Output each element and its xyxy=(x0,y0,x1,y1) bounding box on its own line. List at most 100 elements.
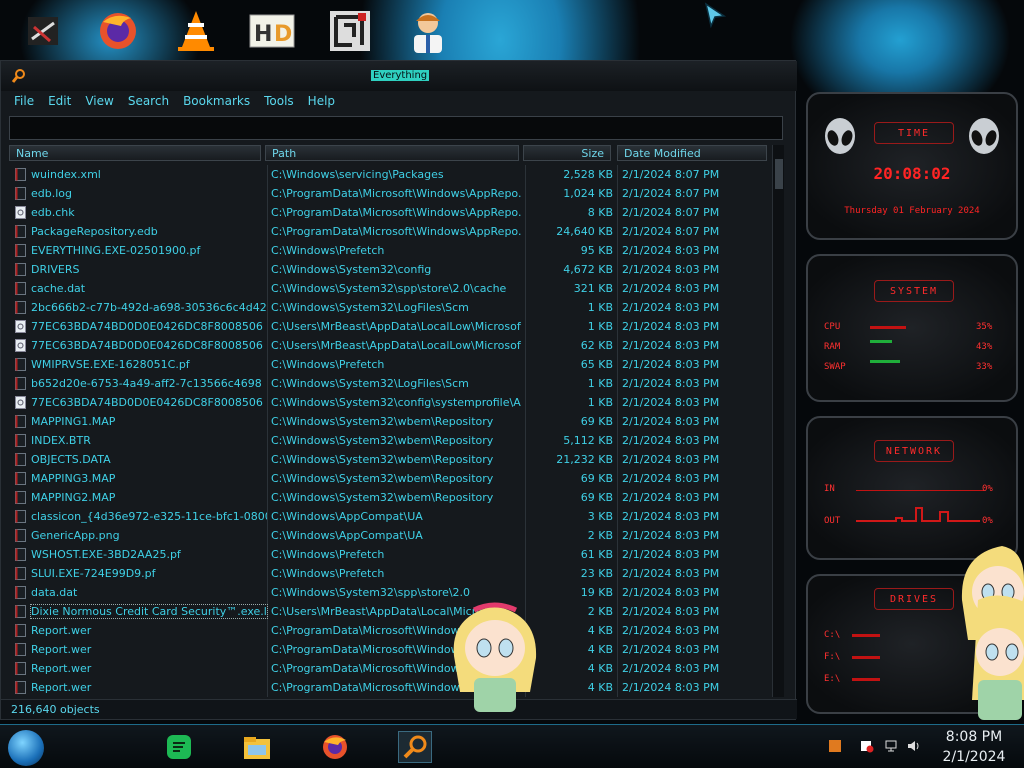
file-row[interactable]: PackageRepository.edb C:\ProgramData\Micr… xyxy=(9,222,769,241)
scrollbar-thumb[interactable] xyxy=(775,159,783,189)
file-row[interactable]: MAPPING1.MAP C:\Windows\System32\wbem\Rep… xyxy=(9,412,769,431)
file-path: C:\Windows\System32\LogFiles\Scm xyxy=(271,377,469,390)
menu-help[interactable]: Help xyxy=(301,93,342,113)
file-row[interactable]: Report.wer C:\ProgramData\Microsoft\Windo… xyxy=(9,640,769,659)
file-path: C:\Windows\System32\wbem\Repository xyxy=(271,453,494,466)
file-path: C:\Windows\System32\wbem\Repository xyxy=(271,472,494,485)
file-name: edb.log xyxy=(31,187,72,200)
file-size: 2 KB xyxy=(587,529,613,542)
menu-bookmarks[interactable]: Bookmarks xyxy=(176,93,257,113)
file-size: 23 KB xyxy=(580,567,613,580)
alien-head-icon xyxy=(969,118,999,154)
file-explorer-icon[interactable] xyxy=(240,731,274,763)
file-row[interactable]: SLUI.EXE-724E99D9.pf C:\Windows\Prefetch 2… xyxy=(9,564,769,583)
menu-tools[interactable]: Tools xyxy=(257,93,301,113)
app-tray-icon[interactable] xyxy=(828,739,842,753)
file-row[interactable]: EVERYTHING.EXE-02501900.pf C:\Windows\Pre… xyxy=(9,241,769,260)
file-size: 321 KB xyxy=(573,282,613,295)
file-row[interactable]: WSHOST.EXE-3BD2AA25.pf C:\Windows\Prefetc… xyxy=(9,545,769,564)
security-flag-icon[interactable] xyxy=(860,739,874,753)
document-icon xyxy=(15,244,26,257)
file-size: 1,024 KB xyxy=(563,187,613,200)
file-row[interactable]: 2bc666b2-c77b-492d-a698-30536c6c4d42 C:\W… xyxy=(9,298,769,317)
cartoon-character-image xyxy=(453,602,537,712)
file-row[interactable]: 77EC63BDA74BD0D0E0426DC8F8008506 C:\Users… xyxy=(9,317,769,336)
drive-e-bar xyxy=(852,678,880,681)
cpu-label: CPU xyxy=(824,322,841,332)
ram-value: 43% xyxy=(976,342,993,352)
firefox-icon[interactable] xyxy=(318,731,352,763)
column-header-path[interactable]: Path xyxy=(265,145,519,161)
tools-icon[interactable] xyxy=(18,6,70,56)
file-size: 95 KB xyxy=(580,244,613,257)
taskbar-clock-time[interactable]: 8:08 PM xyxy=(934,729,1014,745)
file-size: 21,232 KB xyxy=(556,453,613,466)
menu-view[interactable]: View xyxy=(78,93,120,113)
file-row[interactable]: DRIVERS C:\Windows\System32\config 4,672 K… xyxy=(9,260,769,279)
document-icon xyxy=(15,415,26,428)
column-header-name[interactable]: Name xyxy=(9,145,261,161)
document-icon xyxy=(15,187,26,200)
maze-app-icon[interactable] xyxy=(324,6,376,56)
file-row[interactable]: Report.wer C:\ProgramData\Microsoft\Windo… xyxy=(9,678,769,697)
file-row[interactable]: GenericApp.png C:\Windows\AppCompat\UA 2 K… xyxy=(9,526,769,545)
file-row[interactable]: OBJECTS.DATA C:\Windows\System32\wbem\Rep… xyxy=(9,450,769,469)
vertical-scrollbar[interactable] xyxy=(772,145,784,697)
volume-icon[interactable] xyxy=(906,739,920,753)
file-path: C:\ProgramData\Microsoft\Windows\AppRepo… xyxy=(271,187,521,200)
menu-edit[interactable]: Edit xyxy=(41,93,78,113)
file-row[interactable]: INDEX.BTR C:\Windows\System32\wbem\Reposi… xyxy=(9,431,769,450)
file-row[interactable]: Dixie Normous Credit Card Security™.exe.… xyxy=(9,602,769,621)
menu-file[interactable]: File xyxy=(7,93,41,113)
file-row[interactable]: cache.dat C:\Windows\System32\spp\store\2… xyxy=(9,279,769,298)
document-icon xyxy=(15,681,26,694)
results-list: wuindex.xml C:\Windows\servicing\Packages… xyxy=(9,165,771,697)
doctor-icon[interactable] xyxy=(402,6,454,56)
file-name: Report.wer xyxy=(31,624,92,637)
swap-bar xyxy=(870,360,900,363)
network-tray-icon[interactable] xyxy=(884,739,898,753)
file-row[interactable]: data.dat C:\Windows\System32\spp\store\2.… xyxy=(9,583,769,602)
file-row[interactable]: edb.chk C:\ProgramData\Microsoft\Windows\… xyxy=(9,203,769,222)
file-row[interactable]: MAPPING3.MAP C:\Windows\System32\wbem\Rep… xyxy=(9,469,769,488)
file-row[interactable]: Report.wer C:\ProgramData\Microsoft\Windo… xyxy=(9,659,769,678)
title-bar[interactable]: Everything xyxy=(1,61,797,91)
time-gadget-title: TIME xyxy=(874,122,954,144)
everything-search-icon[interactable] xyxy=(398,731,432,763)
vlc-icon[interactable] xyxy=(170,6,222,56)
object-count: 216,640 objects xyxy=(11,703,100,716)
file-name: Report.wer xyxy=(31,643,92,656)
file-row[interactable]: wuindex.xml C:\Windows\servicing\Packages… xyxy=(9,165,769,184)
menu-search[interactable]: Search xyxy=(121,93,176,113)
file-date-modified: 2/1/2024 8:03 PM xyxy=(622,434,720,447)
file-row[interactable]: classicon_{4d36e972-e325-11ce-bfc1-08002… xyxy=(9,507,769,526)
file-row[interactable]: edb.log C:\ProgramData\Microsoft\Windows\… xyxy=(9,184,769,203)
net-in-graph xyxy=(856,490,984,491)
firefox-icon[interactable] xyxy=(92,6,144,56)
file-row[interactable]: Report.wer C:\ProgramData\Microsoft\Windo… xyxy=(9,621,769,640)
file-date-modified: 2/1/2024 8:03 PM xyxy=(622,548,720,561)
column-header-size[interactable]: Size xyxy=(523,145,611,161)
file-date-modified: 2/1/2024 8:07 PM xyxy=(622,187,720,200)
file-row[interactable]: 77EC63BDA74BD0D0E0426DC8F8008506 C:\Users… xyxy=(9,336,769,355)
file-name: DRIVERS xyxy=(31,263,80,276)
taskbar-clock-date[interactable]: 2/1/2024 xyxy=(934,749,1014,765)
document-icon xyxy=(15,586,26,599)
file-row[interactable]: b652d20e-6753-4a49-aff2-7c13566c4698 C:\W… xyxy=(9,374,769,393)
file-size: 4,672 KB xyxy=(563,263,613,276)
spotify-icon[interactable] xyxy=(162,731,196,763)
file-path: C:\Windows\servicing\Packages xyxy=(271,168,444,181)
net-out-value: 0% xyxy=(982,516,993,526)
file-row[interactable]: MAPPING2.MAP C:\Windows\System32\wbem\Rep… xyxy=(9,488,769,507)
net-in-value: 0% xyxy=(982,484,993,494)
start-button[interactable] xyxy=(8,730,44,766)
file-name: 77EC63BDA74BD0D0E0426DC8F8008506 xyxy=(31,339,263,352)
file-row[interactable]: 77EC63BDA74BD0D0E0426DC8F8008506 C:\Windo… xyxy=(9,393,769,412)
document-icon xyxy=(15,434,26,447)
column-header-date-modified[interactable]: Date Modified xyxy=(617,145,767,161)
search-input[interactable] xyxy=(9,116,783,140)
file-date-modified: 2/1/2024 8:03 PM xyxy=(622,643,720,656)
file-size: 65 KB xyxy=(580,358,613,371)
file-row[interactable]: WMIPRVSE.EXE-1628051C.pf C:\Windows\Prefe… xyxy=(9,355,769,374)
hxd-icon[interactable]: HD xyxy=(246,6,298,56)
